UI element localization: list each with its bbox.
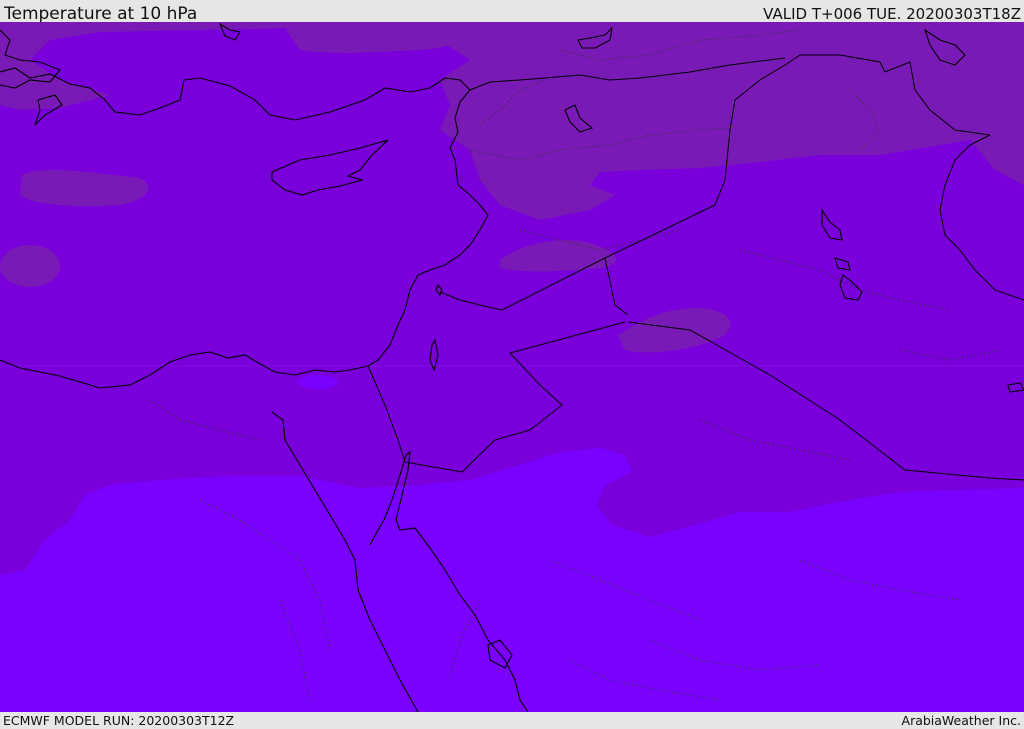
valid-time: VALID T+006 TUE. 20200303T18Z [763,5,1021,23]
map-title: Temperature at 10 hPa [4,4,198,24]
map-footer: ECMWF MODEL RUN: 20200303T12Z ArabiaWeat… [0,712,1024,729]
model-run-label: ECMWF MODEL RUN: 20200303T12Z [3,713,235,728]
map-header: Temperature at 10 hPa VALID T+006 TUE. 2… [0,0,1024,24]
map-canvas [0,22,1024,712]
temperature-spot-warm [298,375,338,389]
temperature-map [0,22,1024,712]
temperature-spot-warm [195,509,221,531]
temperature-patch-cold [0,245,60,287]
credit-label: ArabiaWeather Inc. [901,713,1021,728]
weather-map-page: Temperature at 10 hPa VALID T+006 TUE. 2… [0,0,1024,729]
